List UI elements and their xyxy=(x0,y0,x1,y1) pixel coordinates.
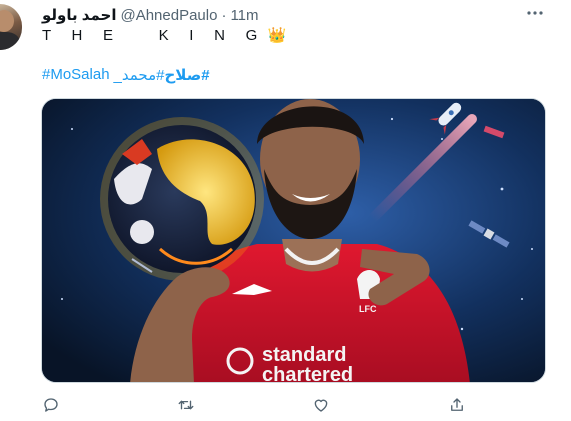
avatar-body xyxy=(0,32,20,50)
tweet-card[interactable]: احمد باولو @AhnedPaulo · 11m T H E K I N… xyxy=(0,0,571,421)
crest-text: LFC xyxy=(359,304,377,314)
hashtag-mohamed[interactable]: _محمد# xyxy=(114,66,165,84)
sponsor-line-1: standard xyxy=(262,344,346,366)
hashtag-mosalah[interactable]: #MoSalah xyxy=(42,66,110,84)
media-illustration: LFC standard chartered xyxy=(42,99,545,383)
tweet-media-image[interactable]: LFC standard chartered xyxy=(41,98,546,383)
retweet-icon xyxy=(178,400,194,410)
sponsor-line-2: chartered xyxy=(262,364,353,383)
user-handle[interactable]: @AhnedPaulo xyxy=(120,7,217,24)
avatar[interactable] xyxy=(0,4,22,50)
tweet-text: T H E K I N G 👑 xyxy=(42,26,287,45)
display-name[interactable]: احمد باولو xyxy=(42,6,116,24)
tweet-text-body: T H E K I N G xyxy=(42,26,266,44)
more-options-button[interactable] xyxy=(524,4,546,22)
like-icon xyxy=(314,399,328,412)
share-button[interactable] xyxy=(445,393,469,417)
tweet-actions xyxy=(0,393,571,417)
retweet-button[interactable] xyxy=(174,393,198,417)
separator-dot: · xyxy=(221,6,227,24)
reply-icon xyxy=(44,398,58,412)
hashtag-list: #MoSalah _محمد# صلاح# xyxy=(42,66,210,84)
hashtag-salah[interactable]: صلاح# xyxy=(165,66,210,84)
more-dots-icon xyxy=(527,11,543,15)
reply-button[interactable] xyxy=(39,393,63,417)
avatar-head xyxy=(0,10,14,32)
like-button[interactable] xyxy=(309,393,333,417)
timestamp[interactable]: 11m xyxy=(230,7,258,24)
crown-emoji-icon: 👑 xyxy=(267,27,287,44)
world-ball-icon xyxy=(100,117,264,281)
share-icon xyxy=(451,398,463,411)
tweet-header: احمد باولو @AhnedPaulo · 11m xyxy=(42,5,259,25)
